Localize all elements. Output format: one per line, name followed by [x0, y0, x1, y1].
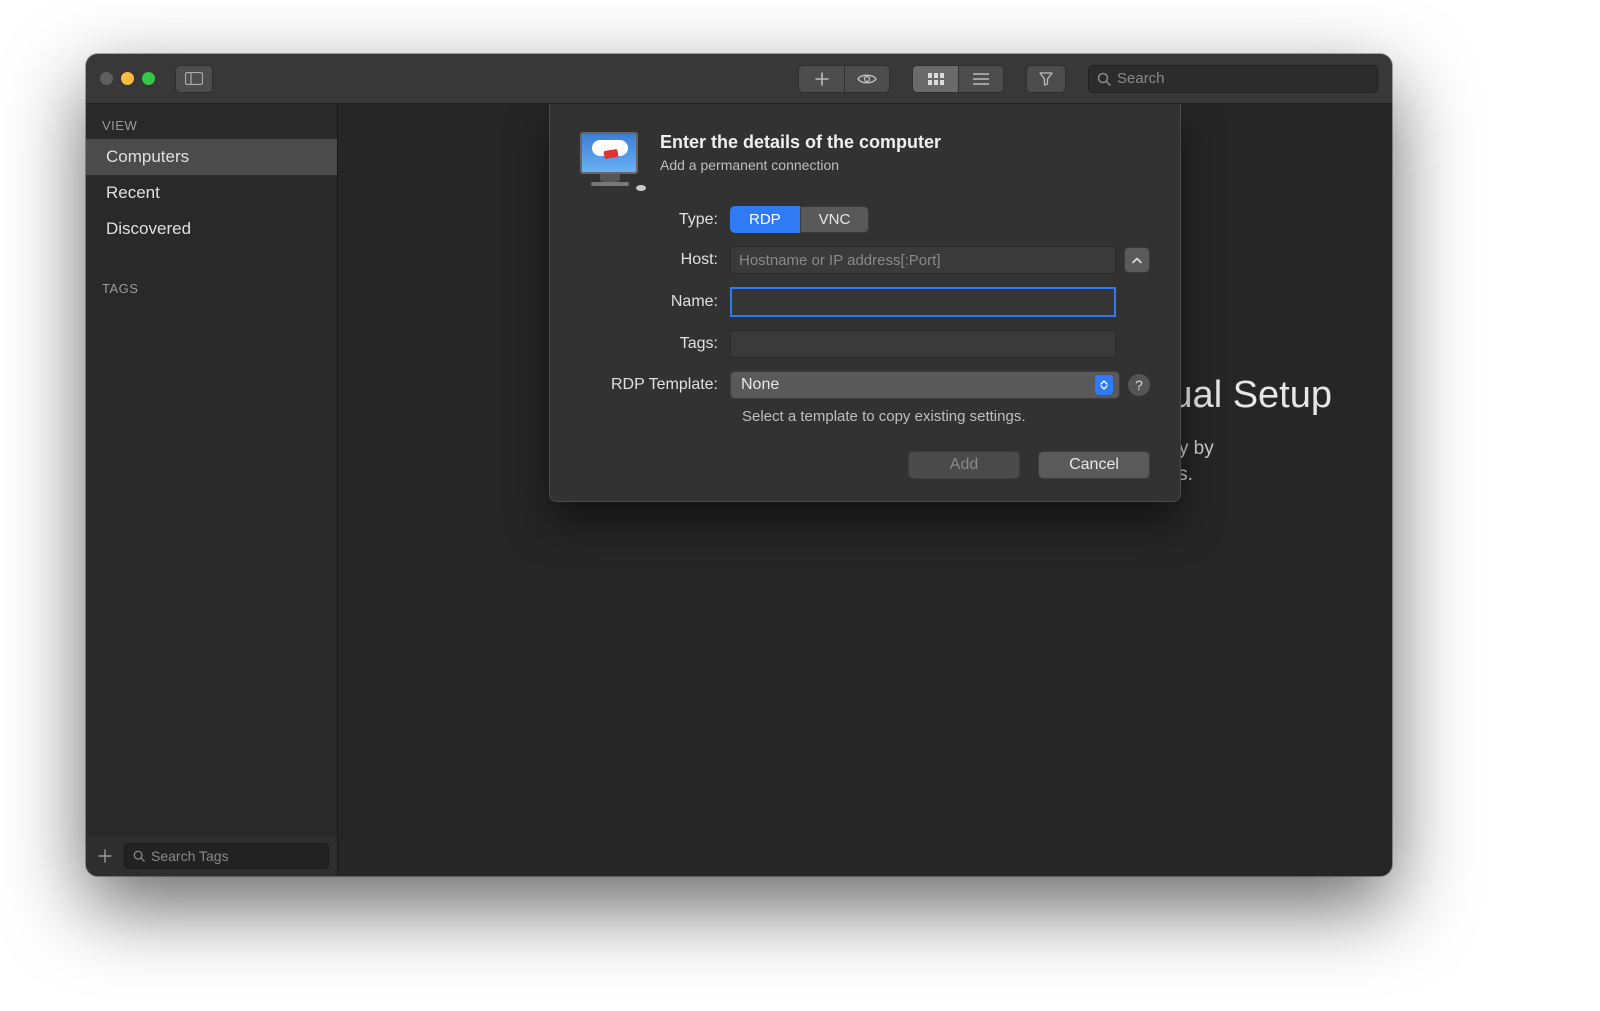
add-computer-dialog: Enter the details of the computer Add a …: [549, 104, 1181, 502]
eye-icon: [857, 73, 877, 85]
add-view-group: [798, 65, 890, 93]
funnel-icon: [1039, 72, 1053, 86]
preview-button[interactable]: [844, 65, 890, 93]
host-recent-button[interactable]: [1124, 247, 1150, 273]
sidebar-section-tags: TAGS: [86, 267, 337, 302]
template-help-button[interactable]: ?: [1128, 374, 1150, 396]
filter-button[interactable]: [1026, 65, 1066, 93]
tags-label: Tags:: [580, 335, 730, 353]
plus-icon: [98, 849, 112, 863]
list-view-button[interactable]: [958, 65, 1004, 93]
dialog-subtitle: Add a permanent connection: [660, 157, 941, 173]
maximize-window-button[interactable]: [142, 72, 155, 85]
close-window-button[interactable]: [100, 72, 113, 85]
type-option-rdp[interactable]: RDP: [730, 206, 800, 233]
sidebar-footer: Search Tags: [86, 836, 337, 876]
plus-icon: [815, 72, 829, 86]
template-label: RDP Template:: [580, 376, 730, 394]
app-window: Search VIEW Computers Recent Discovered …: [86, 54, 1392, 876]
search-icon: [133, 850, 145, 862]
type-segmented-control: RDP VNC: [730, 206, 869, 233]
chevron-up-icon: [1132, 257, 1142, 264]
toggle-sidebar-button[interactable]: [175, 65, 213, 93]
question-icon: ?: [1135, 377, 1143, 393]
select-arrows-icon: [1095, 375, 1113, 395]
name-label: Name:: [580, 293, 730, 311]
grid-icon: [928, 73, 944, 85]
computer-icon: [580, 132, 640, 190]
search-field[interactable]: Search: [1088, 65, 1378, 93]
sidebar: VIEW Computers Recent Discovered TAGS Se…: [86, 104, 338, 876]
template-value: None: [741, 376, 779, 394]
name-input[interactable]: [730, 287, 1116, 317]
sidebar-icon: [185, 72, 203, 85]
host-label: Host:: [580, 251, 730, 269]
search-placeholder: Search: [1117, 70, 1165, 87]
add-confirm-button[interactable]: Add: [908, 451, 1020, 479]
template-hint: Select a template to copy existing setti…: [742, 408, 1150, 425]
cancel-button[interactable]: Cancel: [1038, 451, 1150, 479]
host-input[interactable]: [730, 246, 1116, 274]
template-select[interactable]: None: [730, 371, 1120, 399]
view-mode-group: [912, 65, 1004, 93]
type-label: Type:: [580, 211, 730, 229]
search-icon: [1097, 72, 1111, 86]
dialog-title: Enter the details of the computer: [660, 132, 941, 153]
grid-view-button[interactable]: [912, 65, 958, 93]
tags-input[interactable]: [730, 330, 1116, 358]
sidebar-item-label: Recent: [106, 183, 160, 203]
sidebar-item-computers[interactable]: Computers: [86, 139, 337, 175]
sidebar-item-recent[interactable]: Recent: [86, 175, 337, 211]
tag-search-field[interactable]: Search Tags: [124, 843, 329, 869]
sidebar-item-label: Computers: [106, 147, 189, 167]
titlebar: Search: [86, 54, 1392, 104]
add-tag-button[interactable]: [94, 845, 116, 867]
list-icon: [973, 73, 989, 85]
sidebar-section-view: VIEW: [86, 104, 337, 139]
background-title-fragment: ual Setup: [1171, 374, 1332, 417]
minimize-window-button[interactable]: [121, 72, 134, 85]
window-controls: [100, 72, 155, 85]
main-content: ual Setup a computer manually by its net…: [338, 104, 1392, 876]
add-button[interactable]: [798, 65, 844, 93]
sidebar-item-label: Discovered: [106, 219, 191, 239]
tag-search-placeholder: Search Tags: [151, 848, 229, 864]
type-option-vnc[interactable]: VNC: [800, 206, 870, 233]
sidebar-item-discovered[interactable]: Discovered: [86, 211, 337, 247]
